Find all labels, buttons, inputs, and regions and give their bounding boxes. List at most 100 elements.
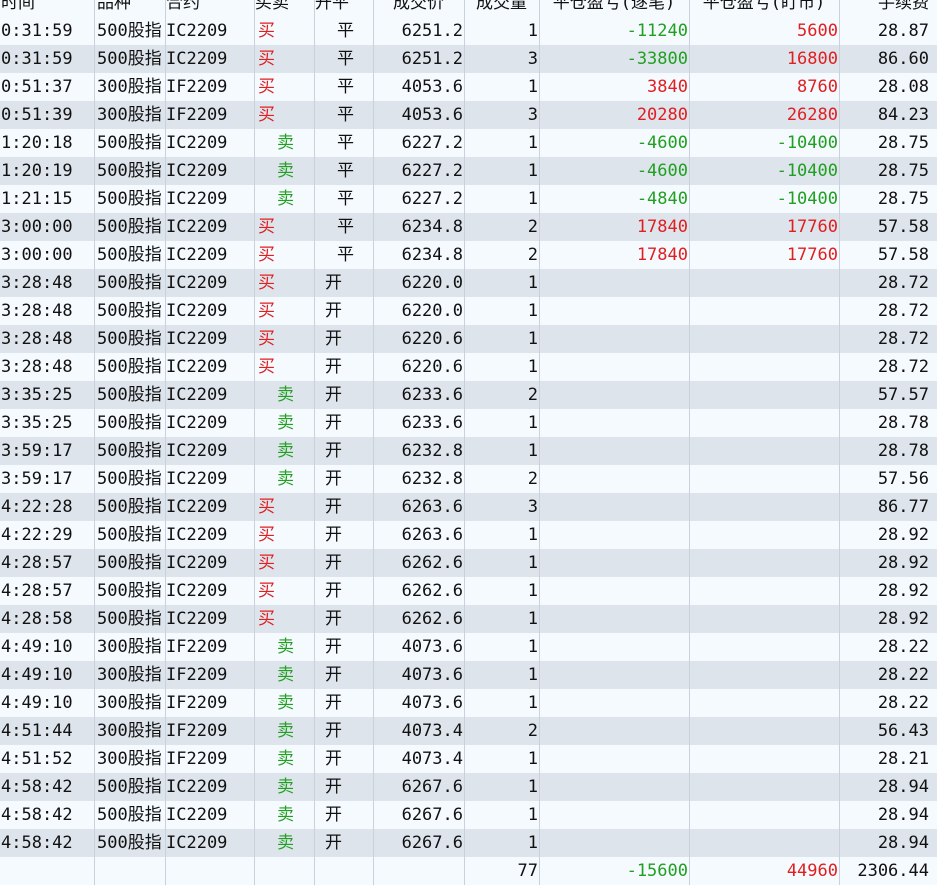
table-row[interactable]: 1:21:15 500股指 IC2209 卖平 6227.2 1 -4840 -10400 28… (0, 185, 937, 213)
cell-pnl-trade (540, 633, 690, 661)
cell-time: 4:28:58 (0, 605, 95, 633)
cell-fee: 28.78 (877, 413, 929, 433)
header-time[interactable]: 时间 (0, 0, 95, 17)
cell-contract: IC2209 (166, 381, 255, 409)
table-row[interactable]: 4:22:29 500股指 IC2209 买开 6263.6 1 28.92 (0, 521, 937, 549)
table-row[interactable]: 4:28:58 500股指 IC2209 买开 6262.6 1 28.92 (0, 605, 937, 633)
cell-contract: IC2209 (166, 325, 255, 353)
cell-product: 500股指 (95, 549, 166, 577)
total-qty: 77 (465, 857, 540, 885)
cell-pnl-trade: -4600 (540, 129, 690, 157)
cell-pnl-trade (540, 549, 690, 577)
cell-price: 4073.4 (374, 717, 465, 745)
cell-product: 500股指 (95, 829, 166, 857)
total-pnl-trade: -15600 (540, 857, 690, 885)
cell-price: 6227.2 (374, 129, 465, 157)
header-pnl-trade[interactable]: 平仓盈亏(逐笔) (540, 0, 690, 17)
header-side[interactable]: 买卖 (255, 0, 315, 17)
cell-pnl-mark: 17760 (690, 241, 840, 269)
cell-qty: 1 (465, 829, 540, 857)
table-row[interactable]: 3:00:00 500股指 IC2209 买平 6234.8 2 17840 17760 57.… (0, 241, 937, 269)
cell-pnl-mark: 16800 (690, 45, 840, 73)
table-row[interactable]: 4:58:42 500股指 IC2209 卖开 6267.6 1 28.94 (0, 773, 937, 801)
cell-time: 4:58:42 (0, 773, 95, 801)
totals-spacer (95, 857, 166, 885)
table-row[interactable]: 1:20:18 500股指 IC2209 卖平 6227.2 1 -4600 -10400 28… (0, 129, 937, 157)
cell-fee: 28.08 (877, 77, 929, 97)
cell-open-close: 开 (315, 773, 374, 801)
table-row[interactable]: 0:51:39 300股指 IF2209 买平 4053.6 3 20280 26280 84.… (0, 101, 937, 129)
table-row[interactable]: 4:49:10 300股指 IF2209 卖开 4073.6 1 28.22 (0, 633, 937, 661)
cell-pnl-trade (540, 437, 690, 465)
header-product[interactable]: 品种 (95, 0, 166, 17)
cell-pnl-trade: 17840 (540, 241, 690, 269)
cell-open-close: 开 (315, 325, 374, 353)
table-row[interactable]: 3:59:17 500股指 IC2209 卖开 6232.8 2 57.56 (0, 465, 937, 493)
cell-side: 买 (255, 521, 315, 549)
cell-fee: 57.58 (877, 245, 929, 265)
cell-product: 500股指 (95, 213, 166, 241)
header-pnl-mark[interactable]: 平仓盈亏(盯市) (690, 0, 840, 17)
cell-price: 6232.8 (374, 437, 465, 465)
cell-price: 6233.6 (374, 409, 465, 437)
cell-fee: 28.92 (877, 581, 929, 601)
cell-price: 4073.4 (374, 745, 465, 773)
table-row[interactable]: 4:49:10 300股指 IF2209 卖开 4073.6 1 28.22 (0, 661, 937, 689)
table-row[interactable]: 4:22:28 500股指 IC2209 买开 6263.6 3 86.77 (0, 493, 937, 521)
cell-pnl-trade (540, 689, 690, 717)
cell-side: 买 (255, 73, 315, 101)
trade-table: 时间 品种 合约 买卖 开平 成交价 成交量 平仓盈亏(逐笔) 平仓盈亏(盯市)… (0, 0, 937, 885)
table-row[interactable]: 3:28:48 500股指 IC2209 买开 6220.0 1 28.72 (0, 297, 937, 325)
cell-fee: 28.75 (877, 161, 929, 181)
table-row[interactable]: 4:28:57 500股指 IC2209 买开 6262.6 1 28.92 (0, 549, 937, 577)
cell-pnl-mark (690, 829, 840, 857)
table-row[interactable]: 0:31:59 500股指 IC2209 买平 6251.2 1 -11240 5600 28.… (0, 17, 937, 45)
cell-fee: 28.72 (877, 273, 929, 293)
cell-pnl-trade (540, 269, 690, 297)
cell-open-close: 开 (315, 661, 374, 689)
cell-price: 6262.6 (374, 605, 465, 633)
header-qty[interactable]: 成交量 (465, 0, 540, 17)
cell-side: 卖 (255, 661, 315, 689)
table-row[interactable]: 0:31:59 500股指 IC2209 买平 6251.2 3 -33800 16800 86… (0, 45, 937, 73)
table-row[interactable]: 3:59:17 500股指 IC2209 卖开 6232.8 1 28.78 (0, 437, 937, 465)
cell-fee: 28.94 (877, 833, 929, 853)
cell-contract: IC2209 (166, 437, 255, 465)
cell-open-close: 平 (315, 17, 374, 45)
table-row[interactable]: 4:58:42 500股指 IC2209 卖开 6267.6 1 28.94 (0, 829, 937, 857)
cell-open-close: 开 (315, 353, 374, 381)
header-open-close[interactable]: 开平 (315, 0, 374, 17)
table-row[interactable]: 4:58:42 500股指 IC2209 卖开 6267.6 1 28.94 (0, 801, 937, 829)
cell-product: 500股指 (95, 493, 166, 521)
cell-time: 0:51:39 (0, 101, 95, 129)
cell-time: 3:35:25 (0, 409, 95, 437)
header-fee[interactable]: 手续费 (840, 0, 937, 17)
table-row[interactable]: 3:28:48 500股指 IC2209 买开 6220.6 1 28.72 (0, 325, 937, 353)
cell-side: 买 (255, 605, 315, 633)
table-row[interactable]: 1:20:19 500股指 IC2209 卖平 6227.2 1 -4600 -10400 28… (0, 157, 937, 185)
cell-contract: IC2209 (166, 465, 255, 493)
table-row[interactable]: 4:49:10 300股指 IF2209 卖开 4073.6 1 28.22 (0, 689, 937, 717)
cell-product: 500股指 (95, 465, 166, 493)
cell-price: 6233.6 (374, 381, 465, 409)
cell-product: 500股指 (95, 577, 166, 605)
table-row[interactable]: 3:00:00 500股指 IC2209 买平 6234.8 2 17840 17760 57.… (0, 213, 937, 241)
header-price[interactable]: 成交价 (374, 0, 465, 17)
cell-fee: 28.92 (877, 553, 929, 573)
table-row[interactable]: 3:28:48 500股指 IC2209 买开 6220.0 1 28.72 (0, 269, 937, 297)
table-row[interactable]: 3:35:25 500股指 IC2209 卖开 6233.6 2 57.57 (0, 381, 937, 409)
header-contract[interactable]: 合约 (166, 0, 255, 17)
cell-pnl-trade: 3840 (540, 73, 690, 101)
cell-product: 500股指 (95, 241, 166, 269)
table-row[interactable]: 3:35:25 500股指 IC2209 卖开 6233.6 1 28.78 (0, 409, 937, 437)
cell-contract: IC2209 (166, 801, 255, 829)
table-row[interactable]: 4:51:44 300股指 IF2209 卖开 4073.4 2 56.43 (0, 717, 937, 745)
table-row[interactable]: 4:28:57 500股指 IC2209 买开 6262.6 1 28.92 (0, 577, 937, 605)
table-row[interactable]: 4:51:52 300股指 IF2209 卖开 4073.4 1 28.21 (0, 745, 937, 773)
table-row[interactable]: 0:51:37 300股指 IF2209 买平 4053.6 1 3840 8760 28.08 (0, 73, 937, 101)
table-row[interactable]: 3:28:48 500股指 IC2209 买开 6220.6 1 28.72 (0, 353, 937, 381)
cell-open-close: 开 (315, 633, 374, 661)
cell-contract: IC2209 (166, 157, 255, 185)
cell-side: 卖 (255, 773, 315, 801)
cell-pnl-trade (540, 745, 690, 773)
